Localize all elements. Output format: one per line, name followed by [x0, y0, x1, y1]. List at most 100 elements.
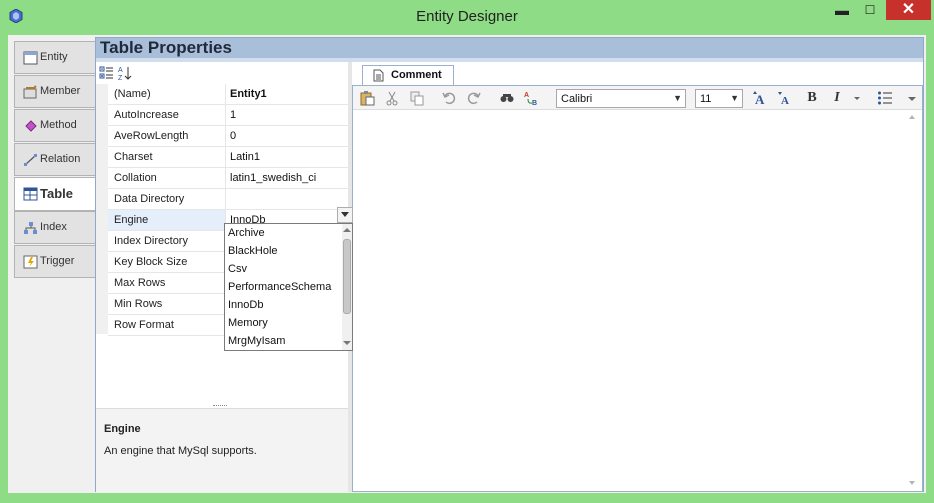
panel-title: Table Properties	[100, 38, 232, 57]
scroll-down-icon[interactable]	[343, 340, 351, 346]
tab-label: Table	[40, 186, 73, 201]
property-value[interactable]: latin1_swedish_ci	[225, 168, 348, 189]
tab-label: Trigger	[40, 255, 75, 267]
property-name: Data Directory	[114, 193, 185, 205]
property-name: (Name)	[114, 88, 151, 100]
property-name: Index Directory	[114, 235, 188, 247]
property-row[interactable]: AutoIncrease 1	[108, 105, 348, 126]
property-name: Min Rows	[114, 298, 163, 310]
property-value[interactable]: 0	[225, 126, 348, 147]
tab-label: Relation	[40, 153, 81, 165]
copy-icon[interactable]	[409, 90, 425, 106]
tab-label: Index	[40, 221, 67, 233]
shrink-font-icon[interactable]: A	[777, 90, 793, 106]
categorized-icon[interactable]	[99, 65, 115, 81]
property-value[interactable]: 1	[225, 105, 348, 126]
property-grid-toolbar: A Z	[96, 62, 348, 84]
description-text: An engine that MySql supports.	[104, 445, 257, 457]
tab-trigger[interactable]: Trigger	[14, 245, 97, 278]
font-family-value: Calibri	[561, 93, 593, 105]
tab-member[interactable]: Member	[14, 75, 97, 108]
tab-entity[interactable]: Entity	[14, 41, 97, 74]
index-icon	[24, 222, 37, 234]
bullets-icon[interactable]	[877, 90, 893, 106]
property-row[interactable]: Collation latin1_swedish_ci	[108, 168, 348, 189]
property-name: Row Format	[114, 319, 174, 331]
editor-scrollbar[interactable]	[904, 111, 920, 491]
engine-option[interactable]: MrgMyIsam	[228, 335, 285, 347]
grow-font-icon[interactable]: A	[752, 90, 768, 106]
tab-label: Comment	[391, 69, 442, 81]
font-size-value: 11	[700, 93, 712, 105]
property-description: Engine An engine that MySql supports.	[96, 408, 348, 492]
table-icon	[23, 187, 38, 201]
property-value[interactable]	[225, 189, 348, 210]
tab-comment[interactable]: Comment	[362, 65, 454, 85]
tab-label: Member	[40, 85, 81, 97]
cut-icon[interactable]	[384, 90, 400, 106]
engine-option[interactable]: Memory	[228, 317, 268, 329]
font-size-select[interactable]: 11 ▼	[695, 89, 743, 108]
font-family-select[interactable]: Calibri ▼	[556, 89, 686, 108]
close-button[interactable]: ✕	[886, 0, 931, 20]
dropdown-scroll-thumb[interactable]	[343, 239, 351, 314]
tab-relation[interactable]: Relation	[14, 143, 97, 176]
paste-icon[interactable]	[359, 90, 375, 106]
tab-method[interactable]: Method	[14, 109, 97, 142]
undo-icon[interactable]	[441, 90, 457, 106]
method-icon	[25, 120, 37, 132]
property-name: Collation	[114, 172, 157, 184]
alphabetical-sort-icon[interactable]: A Z	[117, 65, 133, 81]
window-title: Entity Designer	[416, 8, 518, 25]
property-grid-gutter	[96, 84, 108, 334]
rich-text-toolbar: AB Calibri ▼ 11 ▼ A A B I	[353, 86, 922, 110]
scroll-down-icon[interactable]	[908, 479, 916, 487]
entity-icon	[23, 51, 38, 65]
relation-icon	[24, 154, 37, 166]
property-row[interactable]: Charset Latin1	[108, 147, 348, 168]
property-name: Max Rows	[114, 277, 166, 289]
description-title: Engine	[104, 423, 141, 435]
engine-option[interactable]: BlackHole	[228, 245, 278, 257]
replace-icon[interactable]: AB	[524, 90, 540, 106]
property-name: Key Block Size	[114, 256, 188, 268]
bold-button[interactable]: B	[804, 90, 820, 106]
document-icon	[373, 69, 384, 82]
tab-label: Method	[40, 119, 77, 131]
property-row[interactable]: Data Directory	[108, 189, 348, 210]
minimize-button[interactable]: ▬	[828, 0, 856, 20]
italic-button[interactable]: I	[829, 90, 845, 106]
property-name: Charset	[114, 151, 153, 163]
chevron-down-icon: ▼	[673, 93, 682, 103]
redo-icon[interactable]	[466, 90, 482, 106]
chevron-down-icon	[341, 212, 349, 217]
scroll-up-icon[interactable]	[908, 113, 916, 121]
engine-option[interactable]: PerformanceSchema	[228, 281, 331, 293]
property-name: AveRowLength	[114, 130, 189, 142]
tab-table[interactable]: Table	[14, 177, 104, 211]
more-chevron-icon[interactable]	[853, 90, 861, 106]
engine-option[interactable]: Csv	[228, 263, 247, 275]
find-icon[interactable]	[499, 90, 515, 106]
panel-header: Table Properties	[96, 38, 923, 58]
maximize-button[interactable]: ☐	[856, 0, 884, 20]
member-icon	[23, 85, 37, 99]
tab-index[interactable]: Index	[14, 211, 97, 244]
svg-text:A: A	[755, 92, 765, 106]
tab-label: Entity	[40, 51, 68, 63]
engine-dropdown-list: Archive BlackHole Csv PerformanceSchema …	[224, 223, 353, 351]
scroll-up-icon[interactable]	[343, 227, 351, 233]
toolbar-overflow-icon[interactable]	[905, 90, 919, 106]
comment-editor[interactable]: AB Calibri ▼ 11 ▼ A A B I	[352, 85, 923, 492]
trigger-icon	[23, 255, 38, 269]
property-row[interactable]: (Name) Entity1	[108, 84, 348, 105]
svg-text:A: A	[118, 67, 123, 74]
chevron-down-icon: ▼	[730, 93, 739, 103]
engine-dropdown-button[interactable]	[337, 207, 353, 223]
engine-option[interactable]: InnoDb	[228, 299, 263, 311]
property-value[interactable]: Entity1	[225, 84, 348, 105]
client-area: Entity Member Method Relation Table Inde…	[8, 35, 926, 493]
property-row[interactable]: AveRowLength 0	[108, 126, 348, 147]
property-value[interactable]: Latin1	[225, 147, 348, 168]
engine-option[interactable]: Archive	[228, 227, 265, 239]
